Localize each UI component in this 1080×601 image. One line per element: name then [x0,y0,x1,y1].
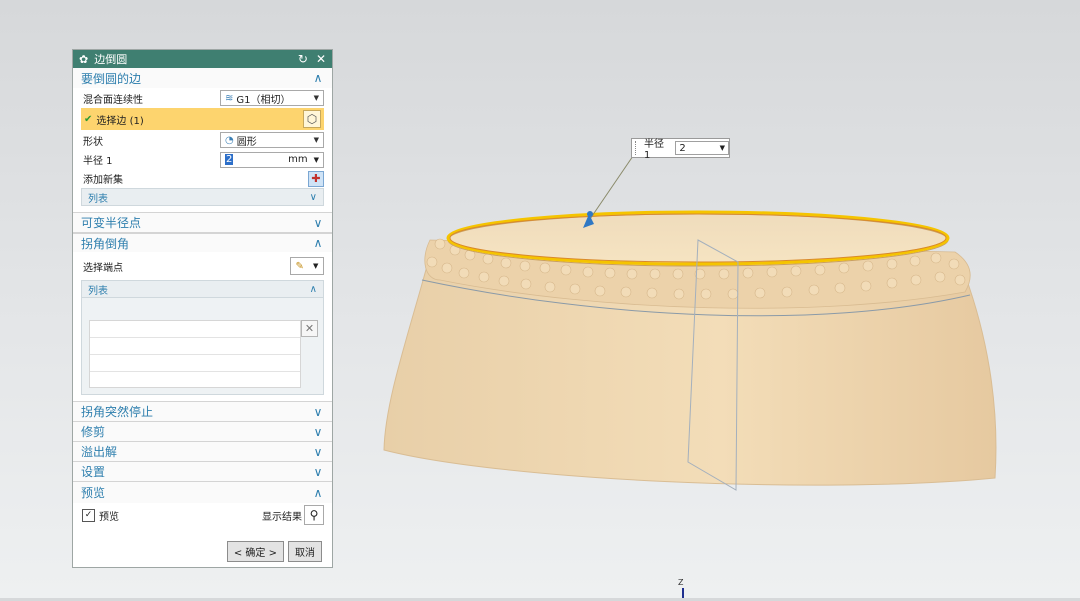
chevron-down-icon: ▼ [313,94,319,102]
shape-row: 形状 ◔ 圆形 ▼ [73,130,332,150]
chevron-down-icon[interactable]: ▼ [720,144,725,152]
endpoint-picker[interactable]: ✎ ▼ [290,257,324,275]
section-corner-stop-header[interactable]: 拐角突然停止 ∨ [73,401,332,421]
callout-radius-value: 2 [679,142,686,154]
continuity-icon: ≋ [225,92,234,104]
chevron-down-icon[interactable]: ∨ [312,405,324,419]
section-preview-header[interactable]: 预览 ∧ [73,481,332,503]
dialog-titlebar[interactable]: ✿ 边倒圆 ↻ ✕ [73,50,332,68]
setback-list: ✕ [81,298,324,395]
chevron-down-icon[interactable]: ∨ [312,216,324,230]
chevron-down-icon[interactable]: ∨ [312,465,324,479]
delete-icon[interactable]: ✕ [301,320,318,337]
close-icon[interactable]: ✕ [316,53,326,65]
radius-input[interactable]: 2 mm ▼ [220,151,324,168]
section-corner-setback-header[interactable]: 拐角倒角 ∧ [73,232,332,252]
chevron-down-icon[interactable]: ∨ [312,425,324,439]
dialog-title: 边倒圆 [94,53,128,66]
continuity-select[interactable]: ≋ G1（相切） ▼ [220,90,324,106]
chevron-up-icon[interactable]: ∧ [312,486,324,500]
continuity-row: 混合面连续性 ≋ G1（相切） ▼ [73,88,332,108]
z-axis-label: Z [678,578,684,587]
setback-list-header[interactable]: 列表 ∧ [81,280,324,298]
chevron-up-icon[interactable]: ∧ [312,236,324,250]
magnifier-icon: ⚲ [309,508,319,522]
show-result-button[interactable]: ⚲ [304,505,324,525]
add-set-button[interactable]: ✚ [308,170,324,187]
cancel-button[interactable]: 取消 [288,541,322,562]
chevron-down-icon: ▼ [313,262,319,270]
select-edge-row[interactable]: ✔ 选择边 (1) ⬡ [81,108,324,130]
ok-button[interactable]: < 确定 > [226,541,284,562]
chevron-up-icon[interactable]: ∧ [312,71,324,85]
section-settings-header[interactable]: 设置 ∨ [73,461,332,481]
gear-icon[interactable]: ✿ [79,53,88,66]
section-edges-header[interactable]: 要倒圆的边 ∧ [73,68,332,88]
add-set-row: 添加新集 ✚ [73,169,332,188]
select-endpoint-row: 选择端点 ✎ ▼ [73,252,332,280]
wand-icon: ✎ [295,260,304,272]
preview-row: ✓ 预览 显示结果 ⚲ [73,503,332,527]
cube-icon[interactable]: ⬡ [303,110,321,128]
section-trim-header[interactable]: 修剪 ∨ [73,421,332,441]
chevron-down-icon[interactable]: ∨ [312,445,324,459]
chevron-down-icon: ▼ [313,136,319,144]
edges-list-header[interactable]: 列表 ∨ [81,188,324,206]
preview-checkbox[interactable]: ✓ [82,508,95,522]
shape-icon: ◔ [225,134,234,146]
setback-table[interactable] [89,320,301,388]
chevron-up-icon[interactable]: ∧ [310,284,317,295]
radius-row: 半径 1 2 mm ▼ [73,150,332,169]
callout-grip[interactable] [635,141,640,155]
reset-icon[interactable]: ↻ [298,53,308,65]
callout-radius-label: 半径 1 [643,139,664,161]
shape-select[interactable]: ◔ 圆形 ▼ [220,132,324,148]
check-icon: ✔ [84,113,93,125]
radius-callout[interactable]: 半径 1 2 ▼ [631,138,730,161]
callout-radius-input[interactable]: 2 ▼ [675,141,729,155]
dialog-buttons: < 确定 > 取消 [73,541,332,562]
dialog-body: 要倒圆的边 ∧ 混合面连续性 ≋ G1（相切） ▼ ✔ 选择边 (1) ⬡ 形状… [73,68,332,567]
section-overflow-header[interactable]: 溢出解 ∨ [73,441,332,461]
chevron-down-icon[interactable]: ∨ [310,192,317,203]
section-variable-radius-header[interactable]: 可变半径点 ∨ [73,212,332,232]
edge-blend-dialog: ✿ 边倒圆 ↻ ✕ 要倒圆的边 ∧ 混合面连续性 ≋ G1（相切） ▼ ✔ 选择… [72,49,333,568]
chevron-down-icon[interactable]: ▼ [314,156,319,164]
